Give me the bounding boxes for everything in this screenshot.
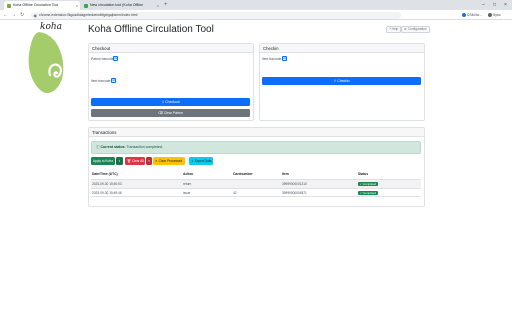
x-icon: × bbox=[148, 159, 150, 163]
row-1-item: 39999000001310 bbox=[282, 182, 307, 186]
checkout-button-label: Checkout bbox=[165, 100, 180, 104]
browser-tab-1-label: Koha Offline Circulation Tool bbox=[13, 3, 59, 7]
checkin-item-input-button[interactable]: ▤ bbox=[282, 56, 287, 61]
browser-tab-strip: Koha Offline Circulation Tool × New circ… bbox=[0, 0, 512, 10]
barcode-icon: ▤ bbox=[283, 56, 286, 60]
koha-logo-icon bbox=[28, 32, 64, 94]
apply-to-koha-label: Apply to Koha bbox=[93, 159, 113, 163]
extension-csm[interactable]: CSM for... bbox=[462, 12, 482, 18]
row-2-datetime: 2025-09-30 15:49:46 bbox=[92, 191, 122, 195]
close-window-icon[interactable]: × bbox=[504, 0, 507, 10]
minimize-window-icon[interactable]: – bbox=[482, 0, 485, 10]
column-header-action: Action bbox=[183, 172, 194, 176]
help-button-label: Help bbox=[391, 27, 399, 31]
item-barcode-label: Item barcode: bbox=[91, 79, 112, 83]
checkout-button[interactable]: ⇩ Checkout bbox=[91, 98, 250, 106]
checkin-icon: ⇧ bbox=[333, 79, 337, 83]
browser-toolbar: ← → ↻ ◉ chrome-extension://kgoadloiagmie… bbox=[0, 10, 512, 20]
checkin-button-label: Checkin bbox=[337, 79, 350, 83]
export-data-label: Export Data bbox=[194, 159, 212, 163]
browser-tab-2[interactable]: New circulation tool (Koha Offline × bbox=[81, 1, 161, 10]
gear-icon: ⚙ bbox=[404, 27, 407, 31]
column-header-cardnumber: Cardnumber bbox=[233, 172, 253, 176]
row-2-cardnumber: 42 bbox=[233, 191, 237, 195]
row-1-status: Completed bbox=[362, 181, 377, 186]
transactions-heading: Transactions bbox=[89, 128, 424, 137]
browser-tab-1[interactable]: Koha Offline Circulation Tool × bbox=[4, 1, 80, 10]
row-2-action: issue bbox=[183, 191, 191, 195]
checkin-heading: Checkin bbox=[260, 44, 424, 53]
extension-csm-icon bbox=[462, 13, 466, 18]
download-icon: ⇓ bbox=[191, 159, 194, 163]
help-icon: ? bbox=[389, 27, 391, 31]
extension-csm-label: CSM for... bbox=[467, 13, 483, 17]
export-data-button[interactable]: ⇓ Export Data bbox=[189, 157, 213, 165]
address-bar[interactable]: ◉ chrome-extension://kgoadloiagmiedoeiml… bbox=[31, 11, 401, 19]
barcode-icon: ▤ bbox=[114, 56, 117, 60]
koha-favicon-icon bbox=[7, 3, 11, 8]
maximize-window-icon[interactable]: □ bbox=[493, 0, 496, 10]
configuration-button-label: Configuration bbox=[407, 27, 427, 31]
clear-all-label: Clear All bbox=[131, 159, 144, 163]
page-title: Koha Offline Circulation Tool bbox=[88, 24, 214, 35]
clear-all-button[interactable]: 🗑 Clear All bbox=[125, 157, 145, 165]
clear-icon: ⌫ bbox=[158, 111, 163, 115]
item-barcode-input-button[interactable]: ▤ bbox=[111, 78, 116, 83]
forward-icon[interactable]: → bbox=[11, 10, 16, 20]
status-badge: ✓ Completed bbox=[358, 181, 378, 186]
close-tab-icon[interactable]: × bbox=[157, 1, 159, 10]
clear-patron-button-label: Clear Patron bbox=[163, 111, 183, 115]
clear-processed-label: Clear Processed bbox=[158, 159, 183, 163]
column-header-status: Status bbox=[358, 172, 369, 176]
apply-dropdown-toggle[interactable]: ⇪ bbox=[116, 157, 123, 165]
checkout-heading: Checkout bbox=[89, 44, 253, 53]
apply-to-koha-button[interactable]: Apply to Koha bbox=[91, 157, 115, 165]
status-value: Transaction completed. bbox=[126, 145, 163, 149]
checkin-item-barcode-label: Item barcode: bbox=[262, 57, 283, 61]
back-icon[interactable]: ← bbox=[3, 10, 8, 20]
configuration-button[interactable]: ⚙ Configuration bbox=[401, 26, 430, 33]
row-1-datetime: 2025-09-30 15:50:53 bbox=[92, 182, 122, 186]
trash-icon: 🗑 bbox=[127, 159, 132, 163]
clear-all-dropdown-toggle[interactable]: × bbox=[146, 157, 152, 165]
address-bar-url: chrome-extension://kgoadloiagmiedoeimlbf… bbox=[39, 12, 138, 17]
status-label: Current status: bbox=[100, 145, 126, 149]
broom-icon: ✕ bbox=[155, 159, 158, 163]
status-alert: ⓘ Current status: Transaction completed. bbox=[91, 141, 421, 154]
checkout-icon: ⇩ bbox=[161, 100, 165, 104]
koha-brand-text: koha bbox=[40, 22, 63, 32]
column-header-datetime: Date/Time (UTC) bbox=[92, 172, 118, 176]
upload-icon: ⇪ bbox=[118, 159, 121, 163]
row-1-action: return bbox=[183, 182, 192, 186]
help-button[interactable]: ? Help bbox=[386, 26, 402, 33]
browser-tab-2-label: New circulation tool (Koha Offline bbox=[90, 3, 144, 7]
new-tab-icon[interactable]: + bbox=[164, 1, 168, 10]
profile-avatar-icon bbox=[488, 13, 492, 18]
column-header-item: Item bbox=[282, 172, 289, 176]
row-2-item: 39999000004571 bbox=[282, 191, 307, 195]
row-2-status: Completed bbox=[362, 190, 377, 195]
check-icon: ✓ bbox=[359, 181, 362, 186]
patron-barcode-input-button[interactable]: ▤ bbox=[113, 56, 118, 61]
barcode-icon: ▤ bbox=[112, 78, 115, 82]
extension-sync[interactable]: Sync bbox=[488, 12, 501, 18]
tab-favicon-icon bbox=[84, 3, 88, 8]
extension-page-icon: ◉ bbox=[33, 12, 38, 18]
clear-patron-button[interactable]: ⌫ Clear Patron bbox=[91, 109, 250, 117]
clear-processed-button[interactable]: ✕ Clear Processed bbox=[153, 157, 185, 165]
close-tab-icon[interactable]: × bbox=[76, 1, 78, 10]
reload-icon[interactable]: ↻ bbox=[20, 10, 24, 20]
checkin-button[interactable]: ⇧ Checkin bbox=[262, 77, 421, 85]
info-icon: ⓘ bbox=[96, 145, 100, 149]
patron-barcode-label: Patron barcode: bbox=[91, 57, 115, 61]
status-badge: ✓ Completed bbox=[358, 190, 378, 195]
extension-sync-label: Sync bbox=[493, 13, 501, 17]
check-icon: ✓ bbox=[359, 190, 362, 195]
